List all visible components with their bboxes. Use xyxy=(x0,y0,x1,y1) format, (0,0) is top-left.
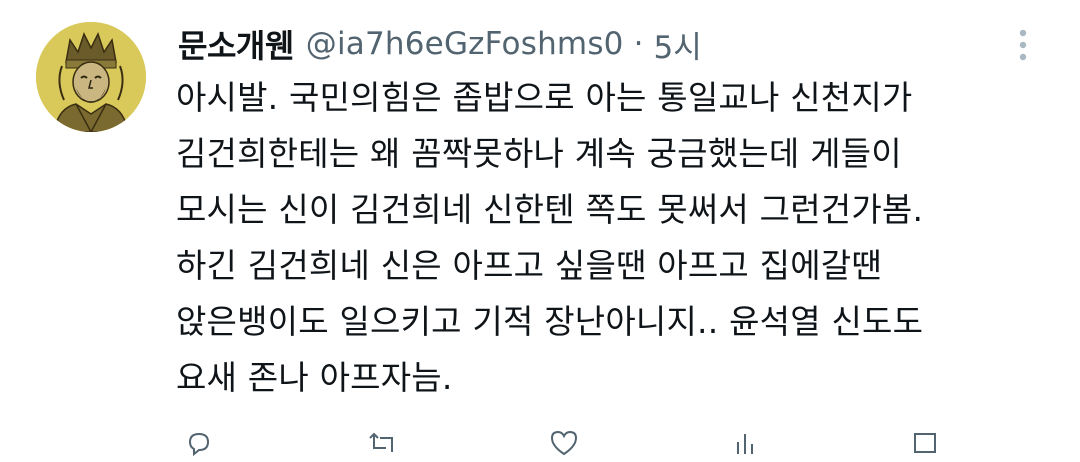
tweet-text-line: 모시는 신이 김건희네 신한텐 쪽도 못써서 그런건가봄. xyxy=(176,190,924,229)
avatar[interactable] xyxy=(36,22,146,132)
share-icon[interactable] xyxy=(910,428,940,458)
timestamp[interactable]: 5시 xyxy=(653,22,701,67)
tweet-header: 문소개웬 @ia7h6eGzFoshms0 · 5시 xyxy=(178,20,702,68)
retweet-icon[interactable] xyxy=(366,428,400,458)
reply-icon[interactable] xyxy=(184,428,214,458)
tweet: 문소개웬 @ia7h6eGzFoshms0 · 5시 아시발. 국민의힘은 좁밥… xyxy=(0,0,1080,457)
user-handle[interactable]: @ia7h6eGzFoshms0 xyxy=(306,26,624,62)
tweet-text: 아시발. 국민의힘은 좁밥으로 아는 통일교나 신천지가 김건희한테는 왜 꼼짝… xyxy=(176,70,1056,406)
display-name[interactable]: 문소개웬 xyxy=(178,21,294,67)
tweet-text-line: 김건희한테는 왜 꼼짝못하나 계속 궁금했는데 게들이 xyxy=(176,134,902,173)
like-icon[interactable] xyxy=(548,428,580,458)
views-icon[interactable] xyxy=(730,428,760,458)
tweet-text-line: 앉은뱅이도 일으키고 기적 장난아니지.. 윤석열 신도도 xyxy=(176,302,924,341)
tweet-text-line: 아시발. 국민의힘은 좁밥으로 아는 통일교나 신천지가 xyxy=(176,78,913,117)
more-vertical-icon[interactable] xyxy=(1010,26,1036,66)
avatar-portrait-image xyxy=(36,22,146,132)
separator-dot: · xyxy=(633,26,644,62)
action-bar xyxy=(176,428,1036,458)
tweet-text-line: 요새 존나 아프자늠. xyxy=(176,358,453,397)
tweet-text-line: 하긴 김건희네 신은 아프고 싶을땐 아프고 집에갈땐 xyxy=(176,246,882,285)
